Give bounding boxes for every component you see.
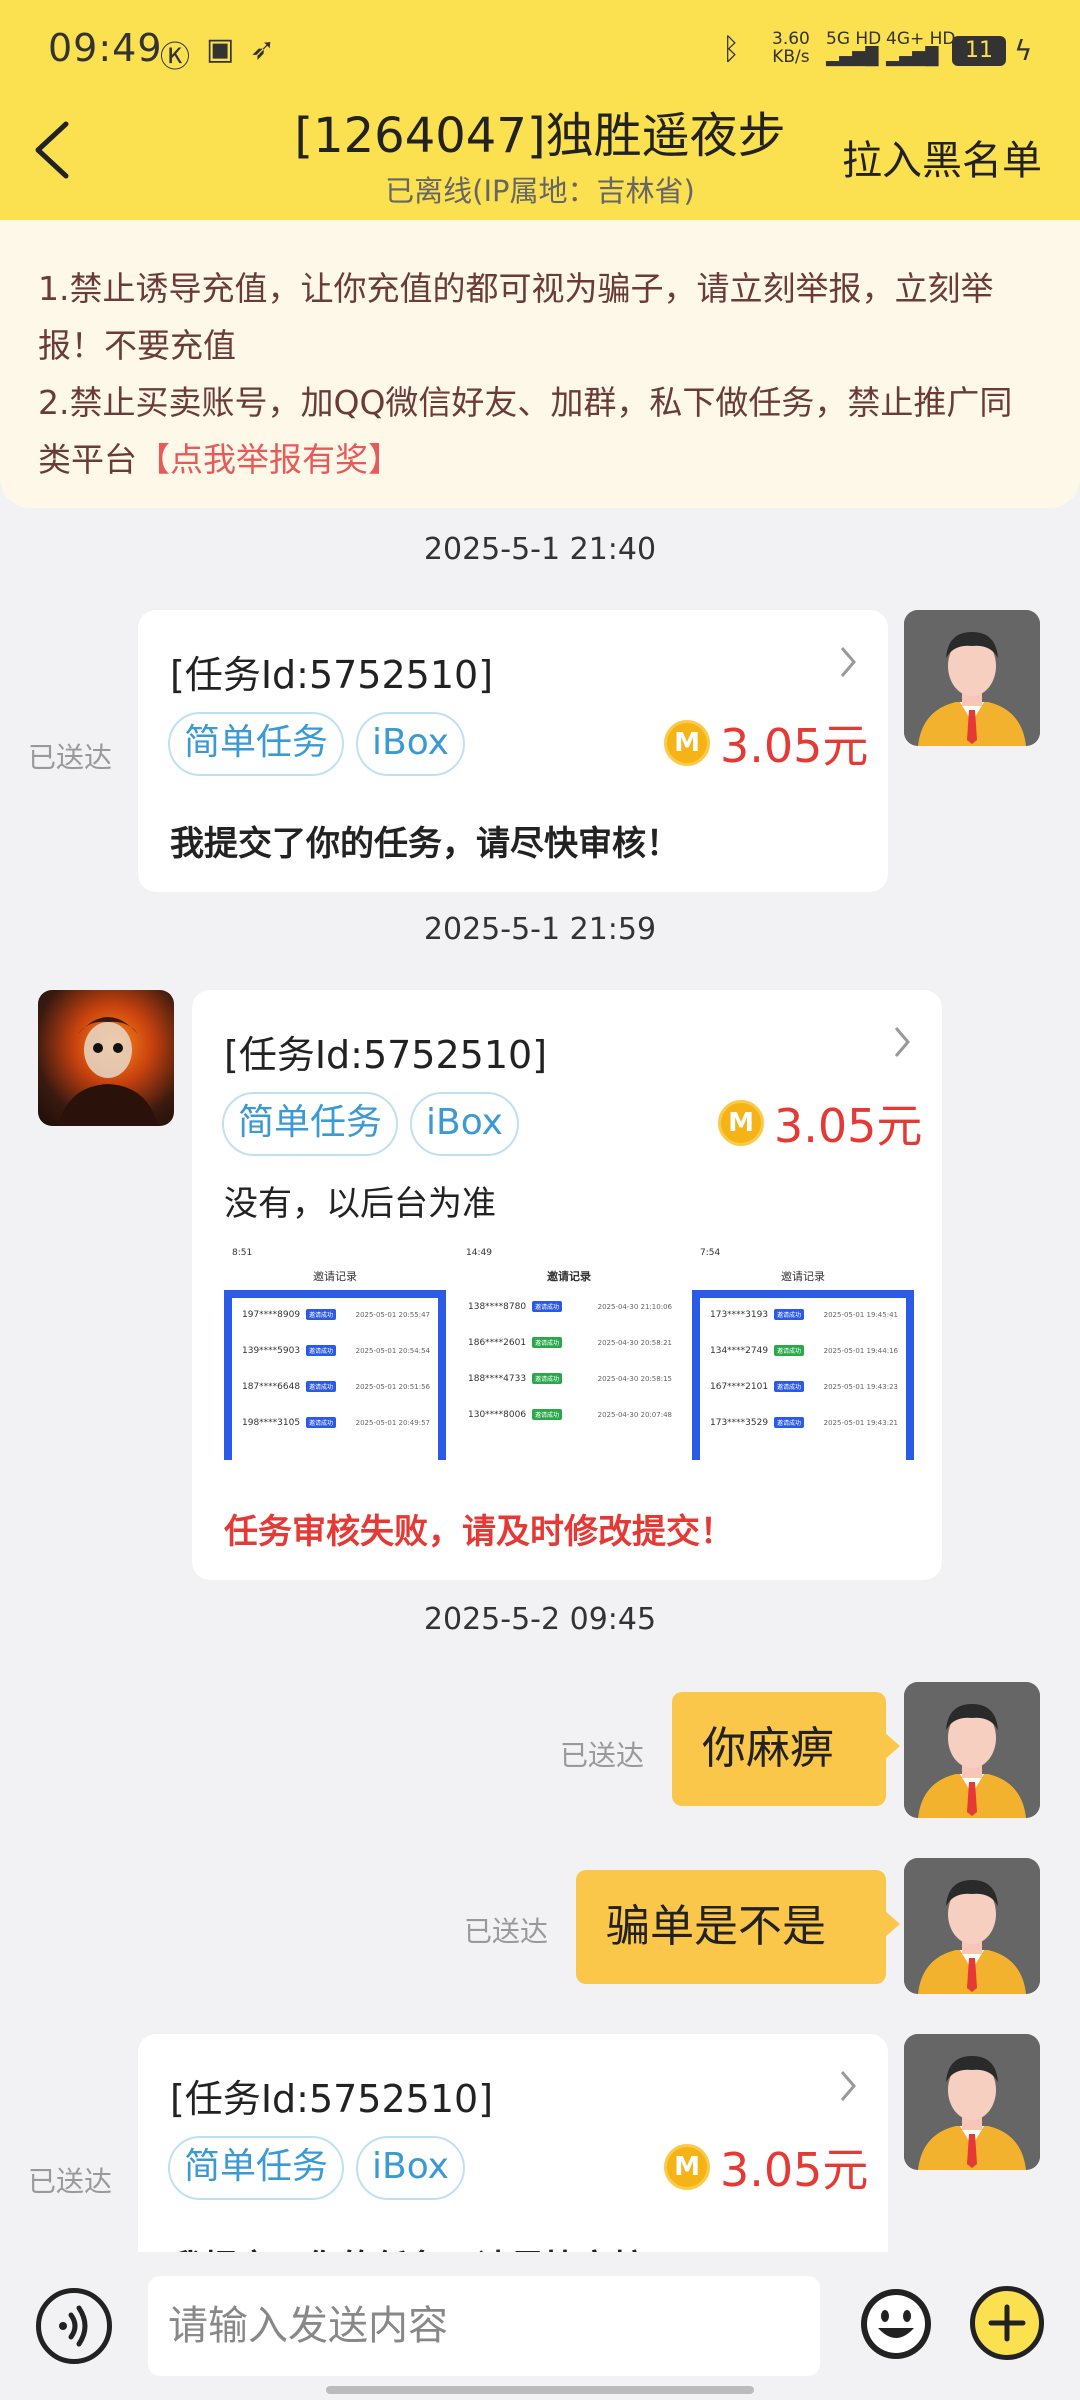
report-link[interactable]: 【点我举报有奖】 bbox=[137, 440, 401, 479]
task-price: 3.05元 bbox=[720, 2143, 869, 2197]
chat-bubble[interactable]: 骗单是不是 bbox=[576, 1870, 900, 1984]
task-id: [任务Id:5752510] bbox=[170, 2077, 494, 2121]
avatar[interactable] bbox=[904, 610, 1040, 746]
invite-record-row: 187****6648 邀请成功 2025-05-01 20:51:56 bbox=[242, 1381, 430, 1392]
rules-notice: 1.禁止诱导充值，让你充值的都可视为骗子，请立刻举报，立刻举报！不要充值 2.禁… bbox=[0, 220, 1080, 508]
user-avatar-icon bbox=[904, 1858, 1040, 1994]
task-tag-simple: 简单任务 bbox=[168, 2136, 345, 2200]
network-speed: 3.60 KB/s bbox=[772, 29, 810, 67]
home-indicator[interactable] bbox=[326, 2386, 754, 2394]
avatar[interactable] bbox=[904, 2034, 1040, 2170]
task-tag-simple: 简单任务 bbox=[168, 712, 345, 776]
invite-record-row: 134****2749 邀请成功 2025-05-01 19:44:16 bbox=[710, 1345, 898, 1356]
app-header: 09:49 Ⓚ ▣ ➶ ᛒ 3.60 KB/s 5G HD ▂▄▆█ 4G+ HD… bbox=[0, 0, 1080, 220]
screenshot-thumbnail[interactable]: 8:51 邀请记录 197****8909 邀请成功 2025-05-01 20:5… bbox=[224, 1246, 446, 1460]
invite-record-row: 198****3105 邀请成功 2025-05-01 20:49:57 bbox=[242, 1417, 430, 1428]
status-bar: 09:49 Ⓚ ▣ ➶ ᛒ 3.60 KB/s 5G HD ▂▄▆█ 4G+ HD… bbox=[0, 0, 1080, 100]
notice-line-1: 1.禁止诱导充值，让你充值的都可视为骗子，请立刻举报，立刻举报！不要充值 bbox=[38, 269, 994, 365]
send-notification-icon: ➶ bbox=[250, 32, 276, 67]
task-tag-ibox: iBox bbox=[356, 712, 465, 776]
emoji-icon[interactable] bbox=[858, 2286, 934, 2362]
chevron-right-icon bbox=[840, 647, 856, 677]
peer-avatar-icon bbox=[58, 1017, 158, 1126]
task-tag-ibox: iBox bbox=[356, 2136, 465, 2200]
voice-input-button[interactable] bbox=[36, 2288, 112, 2364]
voice-icon bbox=[59, 2305, 88, 2347]
invite-record-row: 173****3193 邀请成功 2025-05-01 19:45:41 bbox=[710, 1309, 898, 1320]
attached-screenshots[interactable]: 8:51 邀请记录 197****8909 邀请成功 2025-05-01 20:5… bbox=[224, 1246, 914, 1460]
screenshot-header: 8:51 邀请记录 bbox=[224, 1246, 446, 1286]
battery-level: 11 bbox=[952, 36, 1006, 66]
task-id: [任务Id:5752510] bbox=[224, 1033, 548, 1077]
blacklist-button[interactable]: 拉入黑名单 bbox=[842, 128, 1042, 186]
invite-record-row: 130****8006 邀请成功 2025-04-30 20:07:48 bbox=[468, 1409, 672, 1420]
coin-icon: M bbox=[664, 720, 710, 766]
chevron-right-icon bbox=[894, 1027, 910, 1057]
plus-icon bbox=[988, 2304, 1026, 2342]
more-actions-button[interactable] bbox=[970, 2286, 1044, 2360]
screenshot-thumbnail[interactable]: 7:54 邀请记录 173****3193 邀请成功 2025-05-01 19:4… bbox=[692, 1246, 914, 1460]
signal-4g: 4G+ HD ▂▄▆█ bbox=[886, 29, 956, 67]
signal-5g: 5G HD ▂▄▆█ bbox=[826, 29, 882, 67]
screenshot-thumbnail[interactable]: 14:49 邀请记录 138****8780 邀请成功 2025-04-30 21:… bbox=[458, 1246, 680, 1460]
task-card[interactable]: [任务Id:5752510] 简单任务 iBox M 3.05元 我提交了你的任… bbox=[138, 610, 888, 892]
timestamp: 2025-5-1 21:40 bbox=[423, 532, 657, 567]
timestamp: 2025-5-2 09:45 bbox=[423, 1602, 657, 1637]
invite-record-row: 188****4733 邀请成功 2025-04-30 20:58:15 bbox=[468, 1373, 672, 1384]
app-notification-icon: ▣ bbox=[206, 32, 235, 67]
user-avatar-icon bbox=[904, 2034, 1040, 2170]
avatar[interactable] bbox=[38, 990, 174, 1126]
task-message: 没有，以后台为准 bbox=[224, 1184, 496, 1224]
invite-record-row: 197****8909 邀请成功 2025-05-01 20:55:47 bbox=[242, 1309, 430, 1320]
status-time: 09:49 bbox=[48, 26, 163, 70]
user-avatar-icon bbox=[904, 1682, 1040, 1818]
delivery-status: 已送达 bbox=[28, 2165, 113, 2198]
avatar[interactable] bbox=[904, 1682, 1040, 1818]
task-id: [任务Id:5752510] bbox=[170, 653, 494, 697]
charging-icon: ϟ bbox=[1014, 34, 1033, 67]
task-card[interactable]: [任务Id:5752510] 简单任务 iBox M 3.05元 我提交了你的任… bbox=[138, 2034, 888, 2252]
message-composer: 请输入发送内容 bbox=[0, 2252, 1080, 2400]
notice-line-2: 2.禁止买卖账号，加QQ微信好友、加群，私下做任务，禁止推广同类平台【点我举报有… bbox=[38, 383, 1013, 479]
bluetooth-icon: ᛒ bbox=[722, 32, 740, 67]
coin-icon: M bbox=[664, 2144, 710, 2190]
screenshot-header: 7:54 邀请记录 bbox=[692, 1246, 914, 1286]
k-notification-icon: Ⓚ bbox=[160, 40, 190, 75]
invite-record-row: 138****8780 邀请成功 2025-04-30 21:10:06 bbox=[468, 1301, 672, 1312]
task-price: 3.05元 bbox=[720, 719, 869, 773]
task-tag-simple: 简单任务 bbox=[222, 1092, 399, 1156]
review-failed-message: 任务审核失败，请及时修改提交！ bbox=[224, 1512, 734, 1552]
coin-icon: M bbox=[718, 1100, 764, 1146]
invite-record-row: 173****3529 邀请成功 2025-05-01 19:43:21 bbox=[710, 1417, 898, 1428]
delivery-status: 已送达 bbox=[28, 741, 113, 774]
task-price: 3.05元 bbox=[774, 1099, 923, 1153]
avatar[interactable] bbox=[904, 1858, 1040, 1994]
task-card[interactable]: [任务Id:5752510] 简单任务 iBox M 3.05元 没有，以后台为… bbox=[192, 990, 942, 1580]
task-message: 我提交了你的任务，请尽快审核！ bbox=[170, 824, 680, 864]
invite-record-row: 139****5903 邀请成功 2025-05-01 20:54:54 bbox=[242, 1345, 430, 1356]
chat-bubble[interactable]: 你麻痹 bbox=[672, 1692, 900, 1806]
task-tag-ibox: iBox bbox=[410, 1092, 519, 1156]
user-avatar-icon bbox=[904, 610, 1040, 746]
chevron-right-icon bbox=[840, 2071, 856, 2101]
screenshot-header: 14:49 邀请记录 bbox=[458, 1246, 680, 1286]
delivery-status: 已送达 bbox=[560, 1739, 645, 1772]
timestamp: 2025-5-1 21:59 bbox=[423, 912, 657, 947]
invite-record-row: 167****2101 邀请成功 2025-05-01 19:43:23 bbox=[710, 1381, 898, 1392]
task-message: 我提交了你的任务，请尽快审核！ bbox=[170, 2240, 680, 2252]
invite-record-row: 186****2601 邀请成功 2025-04-30 20:58:21 bbox=[468, 1337, 672, 1348]
delivery-status: 已送达 bbox=[464, 1915, 549, 1948]
message-input[interactable]: 请输入发送内容 bbox=[148, 2276, 820, 2376]
